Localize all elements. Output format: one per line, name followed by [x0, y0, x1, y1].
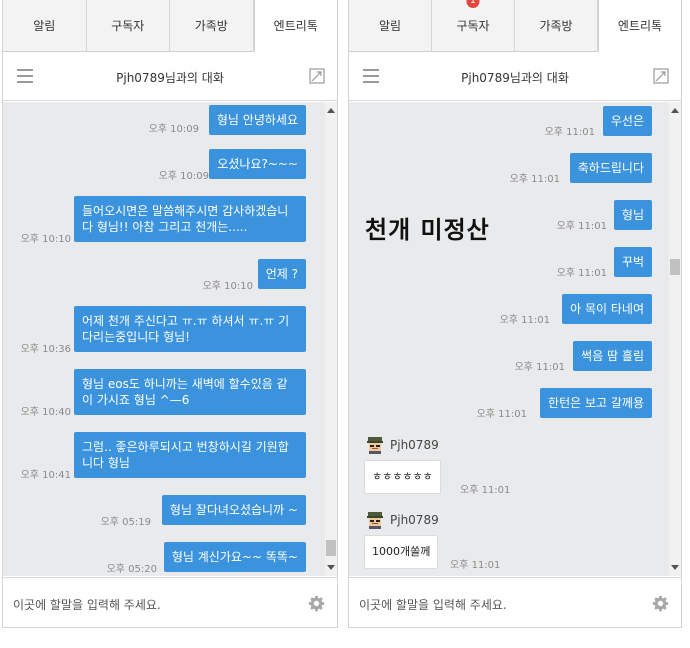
outgoing-message: 한턴은 보고 갈께용: [540, 388, 652, 418]
message-time: 오후 10:36: [20, 344, 71, 355]
chat-header: Pjh0789님과의 대화: [349, 52, 681, 101]
scroll-down-icon[interactable]: [327, 565, 335, 570]
message-time: 오후 11:01: [556, 221, 607, 232]
message-time: 오후 11:01: [514, 362, 565, 373]
notification-badge: 1: [466, 0, 480, 8]
chat-title: Pjh0789님과의 대화: [116, 71, 224, 85]
tab-label: 가족방: [539, 19, 573, 33]
message-time: 오후 11:01: [460, 485, 511, 496]
tab-entry-talk[interactable]: 엔트리톡: [598, 0, 681, 52]
message-time: 오후 10:41: [20, 470, 71, 481]
scroll-thumb[interactable]: [326, 540, 336, 556]
tab-bar: 알림 구독자 가족방 엔트리톡: [3, 0, 337, 52]
scroll-up-icon[interactable]: [327, 108, 335, 113]
message-time: 오후 10:10: [202, 281, 253, 292]
scrollbar[interactable]: [669, 102, 681, 576]
tab-label: 구독자: [111, 19, 145, 33]
incoming-message: 1000개쏠께: [364, 535, 439, 569]
outgoing-message: 형님 안녕하세요: [208, 105, 306, 135]
message-time: 오후 11:01: [476, 409, 527, 420]
outgoing-message: 언제 ?: [257, 259, 306, 289]
message-time: 오후 10:09: [148, 124, 199, 135]
scroll-down-icon[interactable]: [671, 565, 679, 570]
scroll-up-icon[interactable]: [671, 108, 679, 113]
tab-subscribers[interactable]: 구독자: [86, 0, 170, 52]
tab-label: 알림: [33, 19, 56, 33]
message-list[interactable]: 우선은 오후 11:01 축하드립니다 오후 11:01 형님 오후 11:01…: [349, 102, 681, 576]
avatar-icon: [367, 512, 383, 529]
menu-icon[interactable]: [363, 69, 379, 83]
sender-name: Pjh0789: [390, 438, 439, 452]
tab-family-room[interactable]: 가족방: [515, 0, 598, 52]
chat-window-left: 알림 구독자 가족방 엔트리톡 Pjh0789님과의 대화 형님 안녕하세요 오…: [2, 0, 338, 628]
outgoing-message: 들어오시면은 말씀해주시면 감사하겠습니다 형님!! 아참 그리고 천개는...…: [74, 196, 306, 242]
outgoing-message: 축하드립니다: [569, 153, 652, 183]
tab-notifications[interactable]: 알림: [3, 0, 87, 52]
outgoing-message: 우선은: [602, 106, 652, 136]
outgoing-message: 형님 eos도 하니까는 새벽에 할수있음 같이 가시죠 형님 ^—6: [74, 369, 306, 415]
outgoing-message: 형님: [613, 200, 652, 230]
menu-icon[interactable]: [17, 69, 33, 83]
tab-label: 엔트리톡: [273, 19, 318, 33]
outgoing-message: 썩음 땀 흘림: [573, 341, 652, 371]
tab-label: 알림: [378, 19, 402, 33]
tab-label: 엔트리톡: [617, 19, 663, 33]
message-time: 오후 05:19: [100, 517, 151, 528]
message-time: 오후 11:01: [556, 268, 607, 279]
outgoing-message: 꾸벅: [613, 247, 652, 277]
outgoing-message: 그럼.. 좋은하루되시고 번창하시길 기원합니다 형님: [74, 432, 306, 478]
message-list[interactable]: 형님 안녕하세요 오후 10:09 오셨나요?~~~ 오후 10:09 들어오시…: [3, 102, 337, 576]
popout-icon[interactable]: [309, 68, 325, 84]
outgoing-message: 형님 계신가요~~ 똑똑~: [163, 542, 306, 572]
message-input-bar: 이곳에 할말을 입력해 주세요.: [349, 577, 681, 627]
outgoing-message: 오셨나요?~~~: [209, 149, 306, 179]
popout-icon[interactable]: [653, 68, 669, 84]
message-time: 오후 10:40: [20, 407, 71, 418]
tab-subscribers[interactable]: 1 구독자: [432, 0, 515, 52]
outgoing-message: 어제 천개 주신다고 ㅠ.ㅠ 하셔서 ㅠ.ㅠ 기다리는중입니다 형님!: [74, 306, 306, 352]
message-input[interactable]: 이곳에 할말을 입력해 주세요.: [13, 596, 161, 613]
tab-entry-talk[interactable]: 엔트리톡: [253, 0, 337, 52]
scroll-thumb[interactable]: [670, 259, 680, 275]
gear-icon[interactable]: [308, 595, 325, 612]
tab-family-room[interactable]: 가족방: [170, 0, 254, 52]
chat-window-right: 알림 1 구독자 가족방 엔트리톡 Pjh0789님과의 대화 우선은 오후 1…: [348, 0, 682, 628]
tab-label: 구독자: [456, 19, 490, 33]
chat-title: Pjh0789님과의 대화: [461, 71, 569, 85]
sender-name: Pjh0789: [390, 513, 439, 527]
message-time: 오후 11:01: [509, 174, 560, 185]
chat-header: Pjh0789님과의 대화: [3, 52, 337, 101]
scrollbar[interactable]: [325, 102, 337, 576]
message-input-bar: 이곳에 할말을 입력해 주세요.: [3, 577, 337, 627]
tab-bar: 알림 1 구독자 가족방 엔트리톡: [349, 0, 681, 52]
message-time: 오후 11:01: [499, 315, 550, 326]
outgoing-message: 형님 잘다녀오셨습니까 ~: [161, 495, 306, 525]
incoming-message: ㅎㅎㅎㅎㅎㅎ: [364, 460, 441, 494]
outgoing-message: 아 목이 타네여: [562, 294, 652, 324]
message-time: 오후 11:01: [450, 560, 501, 571]
message-time: 오후 10:10: [20, 234, 71, 245]
message-time: 오후 10:09: [158, 171, 209, 182]
message-input[interactable]: 이곳에 할말을 입력해 주세요.: [359, 596, 507, 613]
gear-icon[interactable]: [652, 595, 669, 612]
overlay-caption: 천개 미정산: [365, 216, 490, 244]
tab-notifications[interactable]: 알림: [349, 0, 432, 52]
message-time: 오후 11:01: [544, 127, 595, 138]
tab-label: 가족방: [194, 19, 228, 33]
message-time: 오후 05:20: [106, 564, 157, 575]
avatar-icon: [367, 437, 383, 454]
